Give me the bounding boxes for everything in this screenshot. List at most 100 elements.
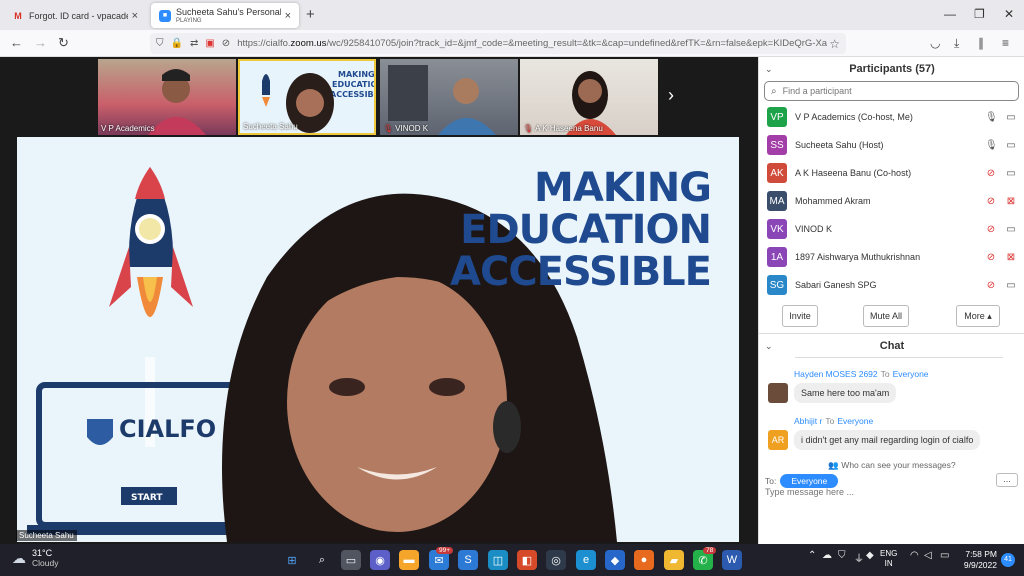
restore-icon[interactable]: ❐	[974, 7, 985, 21]
chat-message-bubble: i didn't get any mail regarding login of…	[794, 430, 981, 450]
bookmark-star-icon[interactable]: ☆	[829, 37, 840, 51]
participant-row[interactable]: MA Mohammed Akram ⊘ ⊠	[759, 187, 1024, 215]
download-icon[interactable]: ⤓	[954, 36, 959, 51]
participant-search-input[interactable]	[782, 86, 983, 96]
chat-message-input[interactable]	[765, 487, 1005, 497]
dropbox-icon[interactable]: ◆	[605, 550, 625, 570]
office-icon[interactable]: ◧	[517, 550, 537, 570]
cloud-icon: ☁	[12, 549, 26, 566]
teams-chat-icon[interactable]: ◉	[370, 550, 390, 570]
firefox-icon[interactable]: ●	[634, 550, 654, 570]
cialfo-logo-text: CIALFO	[119, 415, 216, 443]
participant-row[interactable]: 1A 1897 Aishwarya Muthukrishnan ⊘ ⊠	[759, 243, 1024, 271]
more-button[interactable]: More ▴	[956, 305, 1000, 327]
mic-icon[interactable]: 🎙	[985, 140, 998, 151]
chat-message-header: Abhijit r To Everyone	[794, 416, 874, 426]
chat-message-bubble: Same here too ma'am	[794, 383, 897, 403]
new-tab-button[interactable]: +	[306, 6, 315, 23]
video-thumbnail-active[interactable]: MAKING EDUCATION ACCESSIBLE Sucheeta Sah…	[238, 59, 376, 135]
tab-gmail[interactable]: M Forgot. ID card - vpacademics@ ×	[4, 3, 146, 28]
cloud-tray-icon[interactable]: ☁	[822, 550, 832, 561]
video-off-icon[interactable]: ⊠	[1005, 252, 1017, 263]
notification-badge[interactable]: 41	[1001, 553, 1015, 567]
skype-icon[interactable]: S	[458, 550, 478, 570]
address-bar[interactable]: ⛉ 🔒 ⇄ ▣ ⊘ https://cialfo.zoom.us/wc/9258…	[150, 33, 846, 54]
browser-tab-bar: M Forgot. ID card - vpacademics@ × ■ Suc…	[0, 0, 1024, 30]
mic-muted-icon[interactable]: ⊘	[985, 252, 997, 263]
thumbnail-name: V P Academics	[101, 124, 155, 133]
library-icon[interactable]: ∥	[978, 36, 984, 50]
mic-blocked-icon[interactable]: ⊘	[222, 38, 230, 49]
battery-icon[interactable]: ▭	[940, 550, 949, 561]
mic-icon[interactable]: 🎙	[985, 112, 998, 123]
avatar: VP	[767, 107, 787, 127]
video-thumbnail[interactable]: 🎙 A K Haseena Banu	[520, 59, 658, 135]
people-icon: 👥	[828, 460, 842, 470]
dropbox-tray-icon[interactable]: ◆	[866, 550, 874, 561]
participant-row[interactable]: SS Sucheeta Sahu (Host) 🎙 ▭	[759, 131, 1024, 159]
back-icon[interactable]: ←	[10, 35, 23, 50]
video-icon[interactable]: ▭	[1005, 280, 1017, 291]
minimize-icon[interactable]: —	[944, 7, 956, 21]
next-page-arrow-icon[interactable]: ›	[668, 85, 674, 106]
video-thumbnail[interactable]: 🎙 VINOD K	[380, 59, 518, 135]
mic-muted-icon[interactable]: ⊘	[985, 196, 997, 207]
participant-name: Sucheeta Sahu (Host)	[795, 140, 884, 150]
file-explorer-icon[interactable]: ▬	[399, 550, 419, 570]
wifi-icon[interactable]: ◠	[910, 550, 919, 561]
camera-icon[interactable]: ▣	[205, 38, 214, 49]
lock-icon[interactable]: 🔒	[171, 38, 183, 49]
folder-icon[interactable]: ▰	[664, 550, 684, 570]
tab-zoom-meeting[interactable]: ■ Sucheeta Sahu's Personal Meeti PLAYING…	[151, 3, 299, 28]
video-thumbnail[interactable]: V P Academics	[98, 59, 236, 135]
shield-icon[interactable]: ⛉	[156, 38, 164, 49]
volume-icon[interactable]: ◁	[924, 550, 932, 561]
start-label: START	[131, 493, 163, 503]
video-icon[interactable]: ▭	[1005, 168, 1017, 179]
permissions-icon[interactable]: ⇄	[190, 38, 198, 49]
forward-icon[interactable]: →	[34, 35, 47, 50]
task-view-icon[interactable]: ▭	[341, 550, 361, 570]
invite-button[interactable]: Invite	[782, 305, 818, 327]
video-icon[interactable]: ▭	[1005, 224, 1017, 235]
word-icon[interactable]: W	[722, 550, 742, 570]
mute-all-button[interactable]: Mute All	[863, 305, 909, 327]
usb-tray-icon[interactable]: ⏚	[854, 550, 864, 565]
to-label: To:	[765, 476, 777, 486]
store-icon[interactable]: ◫	[488, 550, 508, 570]
chat-more-button[interactable]: ...	[996, 473, 1018, 487]
participant-row[interactable]: VK VINOD K ⊘ ▭	[759, 215, 1024, 243]
video-off-icon[interactable]: ⊠	[1005, 196, 1017, 207]
edge-icon[interactable]: e	[576, 550, 596, 570]
shield-tray-icon[interactable]: ⛉	[838, 550, 846, 561]
mail-badge: 99+	[436, 547, 454, 554]
mic-muted-icon[interactable]: ⊘	[985, 168, 997, 179]
recipient-selector[interactable]: Everyone	[780, 474, 839, 488]
system-clock[interactable]: 7:58 PM 9/9/2022	[955, 549, 997, 571]
close-window-icon[interactable]: ✕	[1004, 7, 1014, 21]
svg-text:MAKING: MAKING	[338, 70, 375, 79]
reload-icon[interactable]: ↻	[58, 35, 69, 51]
media-player-icon[interactable]: ◎	[546, 550, 566, 570]
url-text[interactable]: https://cialfo.zoom.us/wc/9258410705/joi…	[237, 38, 829, 49]
participant-search[interactable]: ⌕	[764, 81, 1019, 101]
close-icon[interactable]: ×	[285, 10, 291, 22]
participant-row[interactable]: SG Sabari Ganesh SPG ⊘ ▭	[759, 271, 1024, 299]
whatsapp-badge: 78	[703, 547, 717, 554]
start-icon[interactable]: ⊞	[282, 550, 302, 570]
video-icon[interactable]: ▭	[1005, 140, 1017, 151]
language-indicator[interactable]: ENG IN	[880, 549, 897, 569]
participant-row[interactable]: AK A K Haseena Banu (Co-host) ⊘ ▭	[759, 159, 1024, 187]
search-icon[interactable]: ⌕	[312, 550, 332, 570]
side-panel: ⌄ Participants (57) ⌕ VPV P Academics (C…	[758, 57, 1024, 544]
participant-row[interactable]: VP V P Academics (Co-host, Me) 🎙 ▭	[759, 103, 1024, 131]
video-icon[interactable]: ▭	[1005, 112, 1017, 123]
menu-icon[interactable]: ≡	[1002, 36, 1009, 50]
mic-muted-icon[interactable]: ⊘	[985, 224, 997, 235]
chevron-up-icon[interactable]: ⌃	[808, 550, 816, 561]
close-icon[interactable]: ×	[132, 10, 138, 22]
weather-widget[interactable]: ☁ 31°C Cloudy	[12, 548, 58, 568]
pocket-icon[interactable]: ◡	[930, 36, 940, 50]
who-can-see-link[interactable]: 👥 Who can see your messages?	[759, 460, 1024, 471]
mic-muted-icon[interactable]: ⊘	[985, 280, 997, 291]
